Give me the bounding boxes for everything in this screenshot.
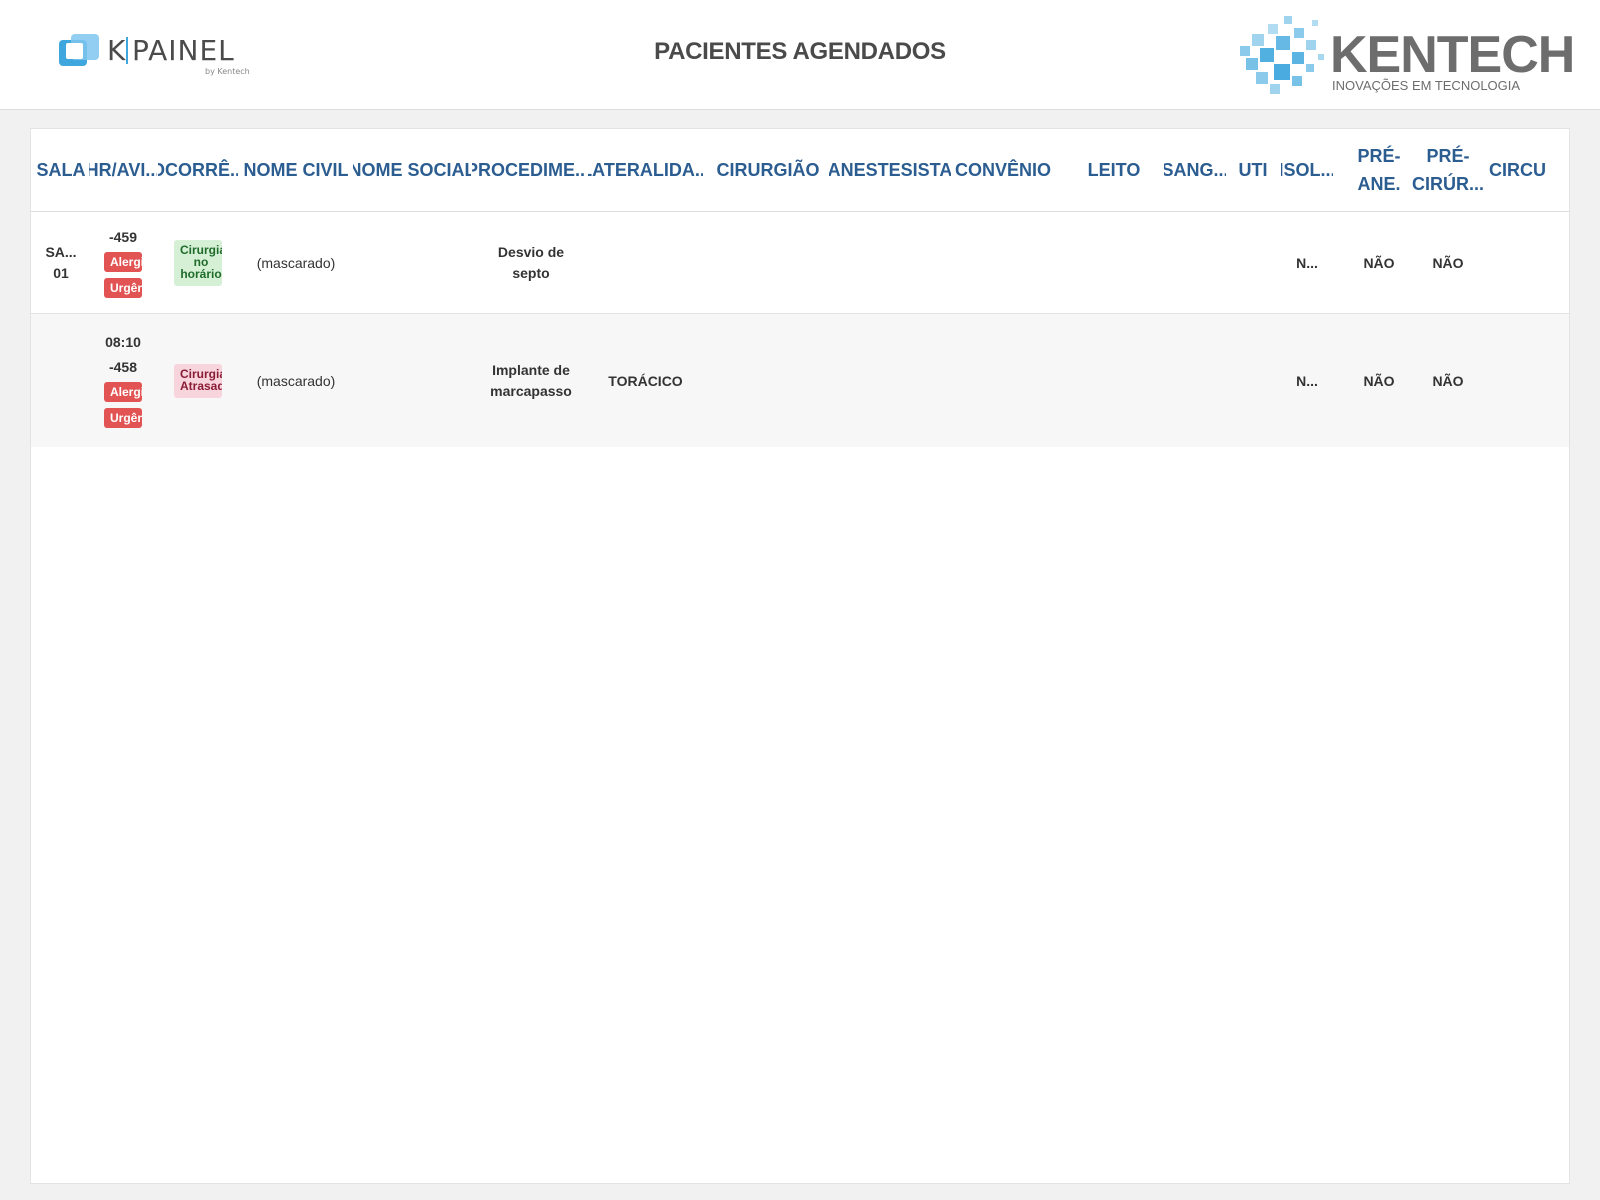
cell-hr-aviso: -459 Alergia Urgência bbox=[89, 212, 157, 313]
column-header-circulante[interactable]: CIRCU bbox=[1489, 129, 1569, 211]
svg-text:by Kentech: by Kentech bbox=[205, 67, 250, 76]
occurrence-status-badge: Cirurgia no horário bbox=[174, 239, 222, 286]
cell-ocorrencia: Cirurgia Atrasada bbox=[158, 314, 238, 447]
pre-anesthetic-text: NÃO bbox=[1363, 254, 1395, 271]
cell-isolamento: N... bbox=[1281, 212, 1333, 313]
svg-text:INOVAÇÕES EM TECNOLOGIA: INOVAÇÕES EM TECNOLOGIA bbox=[1332, 78, 1520, 93]
cell-nome-social bbox=[353, 212, 471, 313]
occurrence-status-badge: Cirurgia Atrasada bbox=[174, 363, 222, 398]
aviso-code: -459 bbox=[108, 228, 138, 245]
cell-procedimento: Desvio de septo bbox=[491, 212, 571, 313]
pre-surgical-text: NÃO bbox=[1432, 254, 1464, 271]
cell-sala bbox=[35, 314, 87, 447]
column-header-nome-civil[interactable]: NOME CIVIL bbox=[243, 129, 349, 211]
column-header-procedimento[interactable]: PROCEDIME... bbox=[472, 129, 584, 211]
urgency-badge[interactable]: Urgência bbox=[104, 408, 142, 428]
cell-ocorrencia: Cirurgia no horário bbox=[158, 212, 238, 313]
procedure-text: Implante de marcapasso bbox=[490, 361, 572, 399]
column-header-pre-cirurgico-line1: PRÉ- bbox=[1426, 146, 1470, 166]
isolation-text: N... bbox=[1296, 254, 1318, 271]
column-header-anestesista[interactable]: ANESTESISTA bbox=[829, 129, 951, 211]
cell-nome-social bbox=[353, 314, 471, 447]
urgency-badge[interactable]: Urgência bbox=[104, 277, 142, 298]
cell-pre-anestesico: NÃO bbox=[1344, 212, 1414, 313]
allergy-badge[interactable]: Alergia bbox=[104, 382, 142, 402]
column-header-convenio[interactable]: CONVÊNIO bbox=[953, 129, 1053, 211]
column-header-sala[interactable]: SALA bbox=[35, 129, 87, 211]
patient-name: (mascarado) bbox=[256, 254, 336, 271]
column-header-pre-anestesico-line2: ANE. bbox=[1357, 174, 1401, 194]
cell-pre-cirurgico: NÃO bbox=[1411, 212, 1485, 313]
cell-isolamento: N... bbox=[1281, 314, 1333, 447]
isolation-text: N... bbox=[1296, 372, 1318, 389]
table-header: SALA HR/AVI... OCORRÊ... NOME CIVIL NOME… bbox=[31, 129, 1569, 212]
table-row[interactable]: SA... 01 -459 Alergia Urgência Cirurgia … bbox=[31, 212, 1569, 314]
column-header-pre-cirurgico-line2: CIRÚR... bbox=[1412, 174, 1484, 194]
pre-surgical-text: NÃO bbox=[1432, 372, 1464, 389]
table-row[interactable]: 08:10 -458 Alergia Urgência Cirurgia Atr… bbox=[31, 314, 1569, 447]
patient-name: (mascarado) bbox=[256, 372, 336, 389]
patients-table-panel: SALA HR/AVI... OCORRÊ... NOME CIVIL NOME… bbox=[30, 128, 1570, 1184]
sala-line2: 01 bbox=[53, 264, 69, 281]
cell-pre-anestesico: NÃO bbox=[1344, 314, 1414, 447]
column-header-pre-cirurgico[interactable]: PRÉ- CIRÚR... bbox=[1411, 129, 1485, 211]
column-header-ocorrencia[interactable]: OCORRÊ... bbox=[158, 129, 238, 211]
cell-lateralidade: TORÁCICO bbox=[588, 314, 703, 447]
column-header-nome-social[interactable]: NOME SOCIAL bbox=[353, 129, 471, 211]
aviso-code: -458 bbox=[108, 359, 138, 375]
svg-text:KENTECH: KENTECH bbox=[1330, 26, 1574, 84]
column-header-hr-aviso[interactable]: HR/AVI... bbox=[89, 129, 157, 211]
cell-pre-cirurgico: NÃO bbox=[1411, 314, 1485, 447]
procedure-text: Desvio de septo bbox=[497, 243, 565, 281]
column-header-lateralidade[interactable]: LATERALIDA... bbox=[588, 129, 703, 211]
sala-line1: SA... bbox=[45, 243, 77, 260]
column-header-leito[interactable]: LEITO bbox=[1081, 129, 1147, 211]
app-header: K PAINEL by Kentech PACIENTES AGENDADOS bbox=[0, 0, 1600, 110]
column-header-uti[interactable]: UTI bbox=[1235, 129, 1271, 211]
cell-sala: SA... 01 bbox=[35, 212, 87, 313]
allergy-badge[interactable]: Alergia bbox=[104, 251, 142, 272]
column-header-cirurgiao[interactable]: CIRURGIÃO bbox=[712, 129, 824, 211]
scheduled-time: 08:10 bbox=[105, 334, 141, 350]
cell-nome-civil: (mascarado) bbox=[243, 314, 349, 447]
column-header-sangue[interactable]: SANG... bbox=[1164, 129, 1226, 211]
kentech-logo: KENTECH INOVAÇÕES EM TECNOLOGIA bbox=[1240, 14, 1585, 96]
cell-nome-civil: (mascarado) bbox=[243, 212, 349, 313]
column-header-isolamento[interactable]: ISOL... bbox=[1281, 129, 1333, 211]
cell-hr-aviso: 08:10 -458 Alergia Urgência bbox=[89, 314, 157, 447]
pre-anesthetic-text: NÃO bbox=[1363, 372, 1395, 389]
cell-lateralidade bbox=[588, 212, 703, 313]
column-header-pre-anestesico[interactable]: PRÉ- ANE. bbox=[1344, 129, 1414, 211]
column-header-pre-anestesico-line1: PRÉ- bbox=[1357, 146, 1401, 166]
laterality-text: TORÁCICO bbox=[608, 372, 683, 389]
cell-procedimento: Implante de marcapasso bbox=[486, 314, 576, 447]
